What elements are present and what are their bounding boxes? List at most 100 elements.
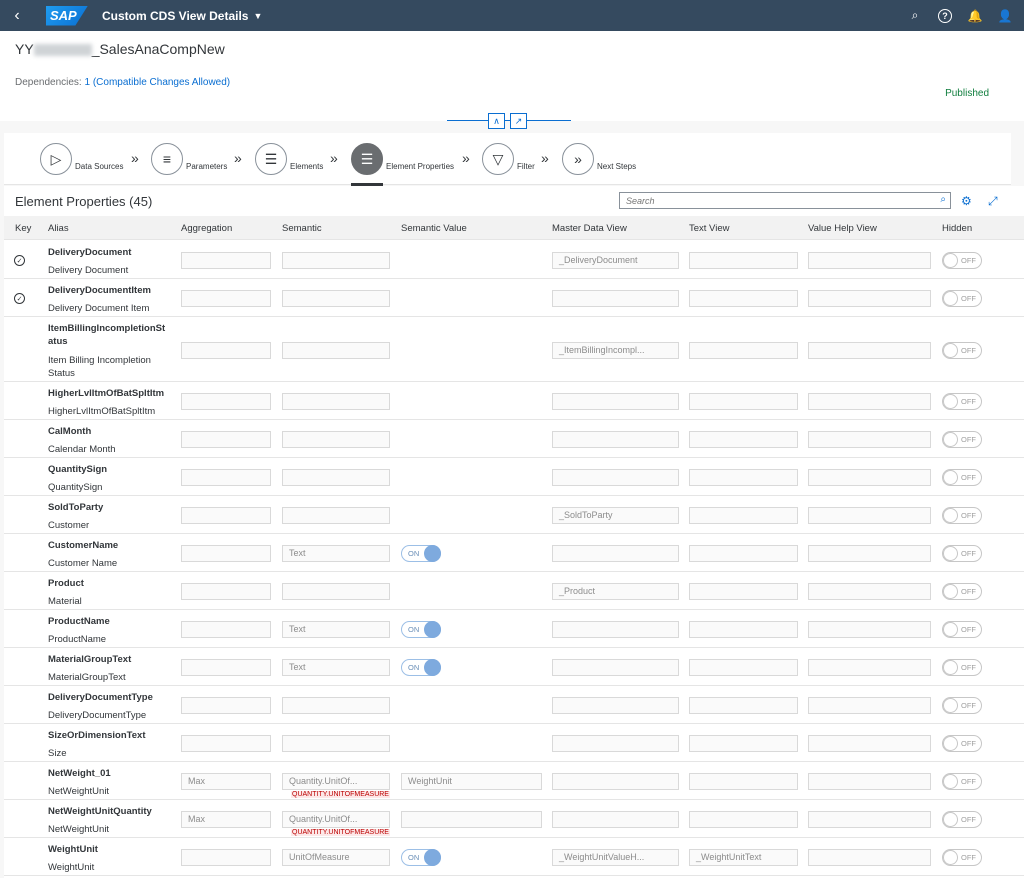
chevron-down-icon[interactable]: ▼	[253, 11, 262, 21]
search-input[interactable]	[620, 193, 920, 208]
hidden-toggle[interactable]: OFF	[942, 507, 982, 524]
semantic-input[interactable]	[282, 469, 390, 486]
master-data-view-input[interactable]	[552, 545, 679, 562]
master-data-view-input[interactable]: _SoldToParty	[552, 507, 679, 524]
value-help-view-input[interactable]	[808, 252, 931, 269]
text-view-input[interactable]	[689, 469, 798, 486]
aggregation-input[interactable]	[181, 545, 271, 562]
text-view-input[interactable]	[689, 252, 798, 269]
collapse-header-button[interactable]: ∧	[488, 113, 505, 129]
hidden-toggle[interactable]: OFF	[942, 811, 982, 828]
aggregation-input[interactable]: Max	[181, 773, 271, 790]
semantic-value-toggle[interactable]: ON	[401, 621, 441, 638]
step-element-properties[interactable]: ☰ Element Properties	[351, 143, 454, 186]
table-row[interactable]: ItemBillingIncompletionSt atus Item Billi…	[4, 317, 1024, 382]
semantic-input[interactable]	[282, 583, 390, 600]
aggregation-input[interactable]	[181, 469, 271, 486]
semantic-input[interactable]	[282, 290, 390, 307]
semantic-input[interactable]: Text	[282, 621, 390, 638]
text-view-input[interactable]	[689, 811, 798, 828]
value-help-view-input[interactable]	[808, 545, 931, 562]
text-view-input[interactable]	[689, 735, 798, 752]
semantic-value-input[interactable]: WeightUnit	[401, 773, 542, 790]
semantic-input[interactable]	[282, 393, 390, 410]
value-help-view-input[interactable]	[808, 583, 931, 600]
hidden-toggle[interactable]: OFF	[942, 849, 982, 866]
aggregation-input[interactable]	[181, 290, 271, 307]
master-data-view-input[interactable]	[552, 290, 679, 307]
value-help-view-input[interactable]	[808, 697, 931, 714]
master-data-view-input[interactable]: _WeightUnitValueH...	[552, 849, 679, 866]
semantic-value-toggle[interactable]: ON	[401, 545, 441, 562]
value-help-view-input[interactable]	[808, 773, 931, 790]
semantic-input[interactable]	[282, 252, 390, 269]
table-row[interactable]: WeightUnit WeightUnit UnitOfMeasure ON _Weig…	[4, 838, 1024, 876]
table-row[interactable]: Product Material _Product OFF	[4, 572, 1024, 610]
hidden-toggle[interactable]: OFF	[942, 659, 982, 676]
semantic-input[interactable]	[282, 431, 390, 448]
hidden-toggle[interactable]: OFF	[942, 290, 982, 307]
table-row[interactable]: ProductName ProductName Text ON OFF	[4, 610, 1024, 648]
table-row[interactable]: SoldToParty Customer _SoldToParty OFF	[4, 496, 1024, 534]
text-view-input[interactable]	[689, 697, 798, 714]
semantic-input[interactable]	[282, 697, 390, 714]
semantic-input[interactable]	[282, 507, 390, 524]
table-row[interactable]: NetWeight_01 NetWeightUnit Max Quantity.Uni…	[4, 762, 1024, 800]
help-icon[interactable]: ?	[938, 8, 952, 23]
text-view-input[interactable]	[689, 773, 798, 790]
table-row[interactable]: MaterialGroupText MaterialGroupText Text ON…	[4, 648, 1024, 686]
aggregation-input[interactable]	[181, 252, 271, 269]
master-data-view-input[interactable]	[552, 811, 679, 828]
semantic-value-toggle[interactable]: ON	[401, 849, 441, 866]
text-view-input[interactable]: _WeightUnitText	[689, 849, 798, 866]
back-icon[interactable]: ‹	[0, 0, 34, 31]
step-filter[interactable]: ▽ Filter	[482, 143, 535, 175]
semantic-input[interactable]	[282, 342, 390, 359]
hidden-toggle[interactable]: OFF	[942, 545, 982, 562]
text-view-input[interactable]	[689, 290, 798, 307]
semantic-input[interactable]: UnitOfMeasure	[282, 849, 390, 866]
value-help-view-input[interactable]	[808, 621, 931, 638]
hidden-toggle[interactable]: OFF	[942, 342, 982, 359]
step-data-sources[interactable]: ▷ Data Sources	[40, 143, 123, 175]
text-view-input[interactable]	[689, 507, 798, 524]
hidden-toggle[interactable]: OFF	[942, 469, 982, 486]
table-row[interactable]: NetWeightUnitQuantity NetWeightUnit Max Qua…	[4, 800, 1024, 838]
text-view-input[interactable]	[689, 583, 798, 600]
master-data-view-input[interactable]	[552, 469, 679, 486]
hidden-toggle[interactable]: OFF	[942, 697, 982, 714]
app-title[interactable]: Custom CDS View Details	[102, 9, 248, 23]
master-data-view-input[interactable]	[552, 431, 679, 448]
aggregation-input[interactable]: Max	[181, 811, 271, 828]
table-row[interactable]: ✓ DeliveryDocument Delivery Document _Deliv…	[4, 241, 1024, 279]
dependencies-link[interactable]: 1 (Compatible Changes Allowed)	[85, 77, 231, 88]
search-icon[interactable]: ⌕	[940, 194, 946, 205]
step-parameters[interactable]: ≡ Parameters	[151, 143, 227, 175]
table-row[interactable]: HigherLvlItmOfBatSpltItm HigherLvlItmOfBa…	[4, 382, 1024, 420]
table-row[interactable]: CustomerName Customer Name Text ON OFF	[4, 534, 1024, 572]
master-data-view-input[interactable]	[552, 659, 679, 676]
master-data-view-input[interactable]: _DeliveryDocument	[552, 252, 679, 269]
semantic-input[interactable]: Text	[282, 545, 390, 562]
search-field[interactable]: ⌕	[619, 192, 951, 209]
hidden-toggle[interactable]: OFF	[942, 583, 982, 600]
aggregation-input[interactable]	[181, 393, 271, 410]
semantic-value-input[interactable]	[401, 811, 542, 828]
master-data-view-input[interactable]	[552, 735, 679, 752]
pin-icon[interactable]: ↗	[510, 113, 527, 129]
text-view-input[interactable]	[689, 342, 798, 359]
hidden-toggle[interactable]: OFF	[942, 621, 982, 638]
text-view-input[interactable]	[689, 659, 798, 676]
master-data-view-input[interactable]: _ItemBillingIncompl...	[552, 342, 679, 359]
text-view-input[interactable]	[689, 431, 798, 448]
table-row[interactable]: SizeOrDimensionText Size OFF	[4, 724, 1024, 762]
value-help-view-input[interactable]	[808, 507, 931, 524]
value-help-view-input[interactable]	[808, 849, 931, 866]
fullscreen-icon[interactable]: ⤢	[988, 194, 998, 209]
search-icon[interactable]: ⌕	[908, 8, 922, 23]
value-help-view-input[interactable]	[808, 811, 931, 828]
hidden-toggle[interactable]: OFF	[942, 431, 982, 448]
table-row[interactable]: CalMonth Calendar Month OFF	[4, 420, 1024, 458]
master-data-view-input[interactable]	[552, 393, 679, 410]
hidden-toggle[interactable]: OFF	[942, 252, 982, 269]
